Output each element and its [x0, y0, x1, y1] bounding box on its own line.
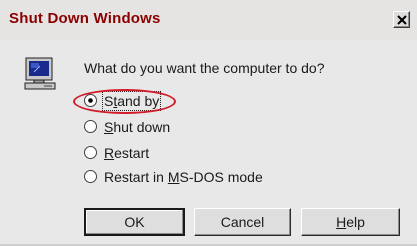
radio-selected-icon[interactable]	[84, 94, 97, 107]
window-title: Shut Down Windows	[9, 10, 161, 27]
option-label: Shut down	[104, 119, 171, 135]
shutdown-dialog: Shut Down Windows What do you want the c…	[0, 0, 417, 246]
radio-icon[interactable]	[84, 120, 97, 133]
help-button[interactable]: Help	[301, 208, 400, 236]
cancel-button-label: Cancel	[220, 214, 265, 230]
cancel-button[interactable]: Cancel	[194, 208, 291, 236]
close-button[interactable]	[393, 11, 410, 28]
option-label: Restart	[104, 145, 150, 161]
close-icon	[397, 15, 407, 25]
prompt-text: What do you want the computer to do?	[84, 60, 325, 76]
computer-monitor-icon	[24, 57, 56, 90]
title-bar: Shut Down Windows	[0, 0, 417, 40]
option-label: Restart in MS-DOS mode	[104, 169, 263, 185]
radio-icon[interactable]	[84, 170, 97, 183]
help-button-label: Help	[336, 214, 365, 230]
option-label: Stand by	[101, 91, 162, 111]
radio-icon[interactable]	[84, 146, 97, 159]
ok-button[interactable]: OK	[84, 208, 185, 236]
ok-button-label: OK	[124, 214, 145, 230]
